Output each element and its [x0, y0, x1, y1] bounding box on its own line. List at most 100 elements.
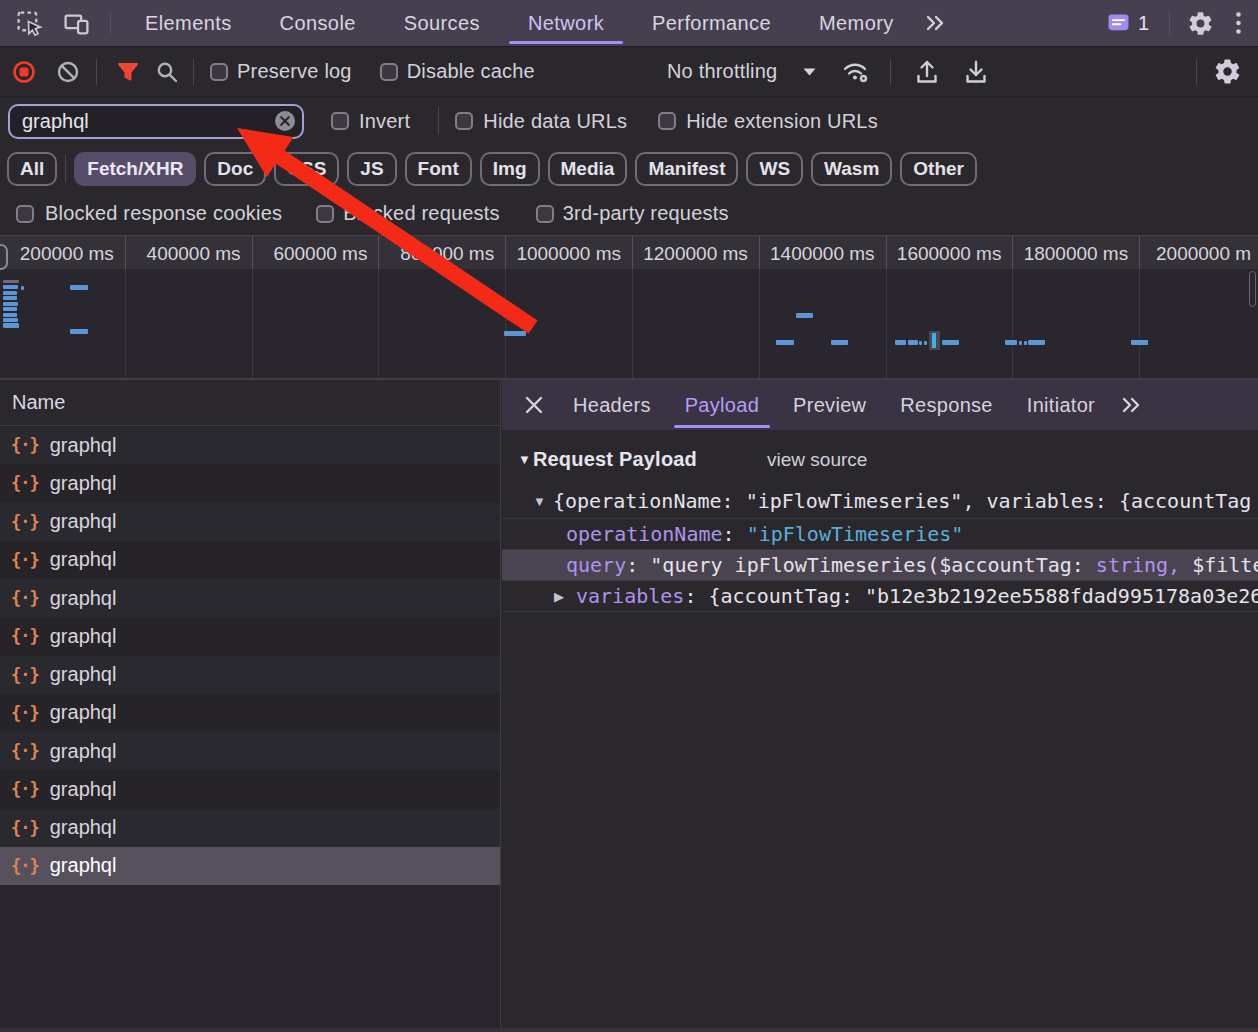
chip-css[interactable]: CSS: [274, 152, 339, 186]
chip-font[interactable]: Font: [405, 152, 472, 186]
payload-value-segment: "query ipFlowTimeseries($accountTag:: [650, 553, 1096, 577]
tab-memory[interactable]: Memory: [795, 0, 918, 46]
issues-badge[interactable]: 1: [1108, 12, 1149, 35]
invert-checkbox[interactable]: [331, 112, 349, 130]
filter-input[interactable]: graphql: [8, 104, 304, 139]
request-row[interactable]: {·}graphql: [0, 503, 500, 541]
network-split-view: Name {·}graphql{·}graphql{·}graphql{·}gr…: [0, 380, 1258, 1032]
settings-gear-icon[interactable]: [1187, 10, 1214, 37]
network-overview-timeline[interactable]: 200000 ms400000 ms600000 ms800000 ms1000…: [0, 235, 1258, 380]
payload-row[interactable]: ▶variables: {accountTag: "b12e3b2192ee55…: [502, 581, 1258, 612]
filter-icon[interactable]: [117, 62, 139, 82]
timeline-request-bar: [1131, 340, 1148, 345]
network-toolbar: Preserve log Disable cache No throttling: [0, 47, 1258, 97]
payload-preview-text: {operationName: "ipFlowTimeseries", vari…: [553, 489, 1251, 513]
request-row[interactable]: {·}graphql: [0, 770, 500, 808]
import-har-icon[interactable]: [915, 59, 939, 85]
request-row[interactable]: {·}graphql: [0, 541, 500, 579]
tab-performance[interactable]: Performance: [628, 0, 795, 46]
request-row[interactable]: {·} graphql: [0, 732, 500, 770]
payload-row[interactable]: query: "query ipFlowTimeseries($accountT…: [502, 550, 1258, 581]
timeline-request-bar: [3, 307, 17, 311]
name-column-header[interactable]: Name: [0, 380, 500, 426]
hide-data-urls-label: Hide data URLs: [483, 110, 627, 133]
request-name: graphql: [50, 740, 117, 763]
tab-console[interactable]: Console: [256, 0, 380, 46]
third-party-checkbox[interactable]: [536, 205, 554, 223]
chevron-down-icon[interactable]: [803, 68, 816, 76]
chip-fetch-xhr[interactable]: Fetch/XHR: [74, 152, 196, 186]
hide-extension-urls-checkbox[interactable]: [658, 112, 676, 130]
request-row[interactable]: {·}graphql: [0, 464, 500, 502]
chip-other[interactable]: Other: [900, 152, 977, 186]
inspect-element-icon[interactable]: [16, 10, 43, 37]
close-detail-icon[interactable]: [518, 389, 550, 421]
timeline-request-bar: [1005, 340, 1017, 345]
detail-tab-response[interactable]: Response: [883, 380, 1009, 430]
request-name: graphql: [50, 778, 117, 801]
third-party-label: 3rd-party requests: [563, 202, 729, 225]
detail-tab-preview[interactable]: Preview: [776, 380, 883, 430]
network-settings-gear-icon[interactable]: [1213, 57, 1242, 86]
throttling-select[interactable]: No throttling: [667, 60, 777, 83]
request-row[interactable]: {·}graphql: [0, 809, 500, 847]
chip-media[interactable]: Media: [548, 152, 628, 186]
chip-manifest[interactable]: Manifest: [635, 152, 738, 186]
view-source-link[interactable]: view source: [767, 449, 867, 471]
network-conditions-icon[interactable]: [842, 60, 870, 84]
divider: [890, 59, 891, 85]
clear-network-log-icon[interactable]: [56, 60, 80, 84]
request-row[interactable]: {·}graphql: [0, 617, 500, 655]
record-network-log-icon[interactable]: [12, 60, 36, 84]
request-row[interactable]: {·}graphql: [0, 694, 500, 732]
timeline-gridline: [252, 269, 253, 378]
chip-ws[interactable]: WS: [746, 152, 803, 186]
more-tabs-icon[interactable]: [924, 13, 948, 33]
request-row[interactable]: {·}graphql: [0, 579, 500, 617]
request-row[interactable]: {·}graphql: [0, 426, 500, 464]
export-har-icon[interactable]: [964, 59, 988, 85]
detail-more-tabs-icon[interactable]: [1120, 395, 1144, 415]
timeline-request-bar: [796, 313, 813, 318]
timeline-gridline: [632, 236, 633, 269]
blocked-requests-checkbox[interactable]: [316, 205, 334, 223]
clear-filter-icon[interactable]: [274, 110, 296, 132]
tab-elements[interactable]: Elements: [121, 0, 256, 46]
request-type-chips: All Fetch/XHRDocCSSJS FontImgMediaManifest…: [0, 145, 1258, 192]
payload-preview-row[interactable]: ▼{operationName: "ipFlowTimeseries", var…: [502, 484, 1258, 519]
json-braces-icon: {·}: [11, 741, 39, 761]
divider: [110, 12, 111, 34]
chip-js[interactable]: JS: [347, 152, 396, 186]
json-braces-icon: {·}: [11, 550, 39, 570]
chip-doc[interactable]: Doc: [204, 152, 266, 186]
expander-icon[interactable]: ▼: [533, 494, 553, 509]
timeline-label: 200000 ms: [20, 243, 114, 265]
expander-icon[interactable]: ▶: [554, 589, 576, 604]
timeline-left-handle[interactable]: [0, 244, 8, 270]
preserve-log-checkbox[interactable]: [210, 63, 228, 81]
timeline-gridline: [759, 236, 760, 269]
request-row[interactable]: {·}graphql: [0, 847, 500, 885]
detail-tab-initiator[interactable]: Initiator: [1010, 380, 1112, 430]
timeline-request-bar: [3, 280, 19, 283]
disable-cache-checkbox[interactable]: [380, 63, 398, 81]
timeline-gridline: [505, 269, 506, 378]
chip-wasm[interactable]: Wasm: [811, 152, 892, 186]
tab-sources[interactable]: Sources: [380, 0, 504, 46]
kebab-menu-icon[interactable]: [1236, 11, 1241, 35]
json-braces-icon: {·}: [11, 818, 39, 838]
divider: [65, 155, 66, 183]
search-icon[interactable]: [155, 60, 179, 84]
request-payload-expander-icon[interactable]: ▼: [518, 452, 531, 467]
hide-data-urls-checkbox[interactable]: [455, 112, 473, 130]
chip-img[interactable]: Img: [480, 152, 540, 186]
request-row[interactable]: {·}graphql: [0, 656, 500, 694]
payload-row[interactable]: operationName: "ipFlowTimeseries": [502, 519, 1258, 550]
tab-network[interactable]: Network: [504, 0, 628, 46]
chip-all[interactable]: All: [7, 152, 57, 186]
detail-tab-headers[interactable]: Headers: [556, 380, 668, 430]
timeline-scrollbar-thumb[interactable]: [1249, 271, 1256, 307]
blocked-cookies-checkbox[interactable]: [16, 205, 34, 223]
detail-tab-payload[interactable]: Payload: [668, 380, 776, 430]
device-toolbar-icon[interactable]: [63, 10, 90, 37]
